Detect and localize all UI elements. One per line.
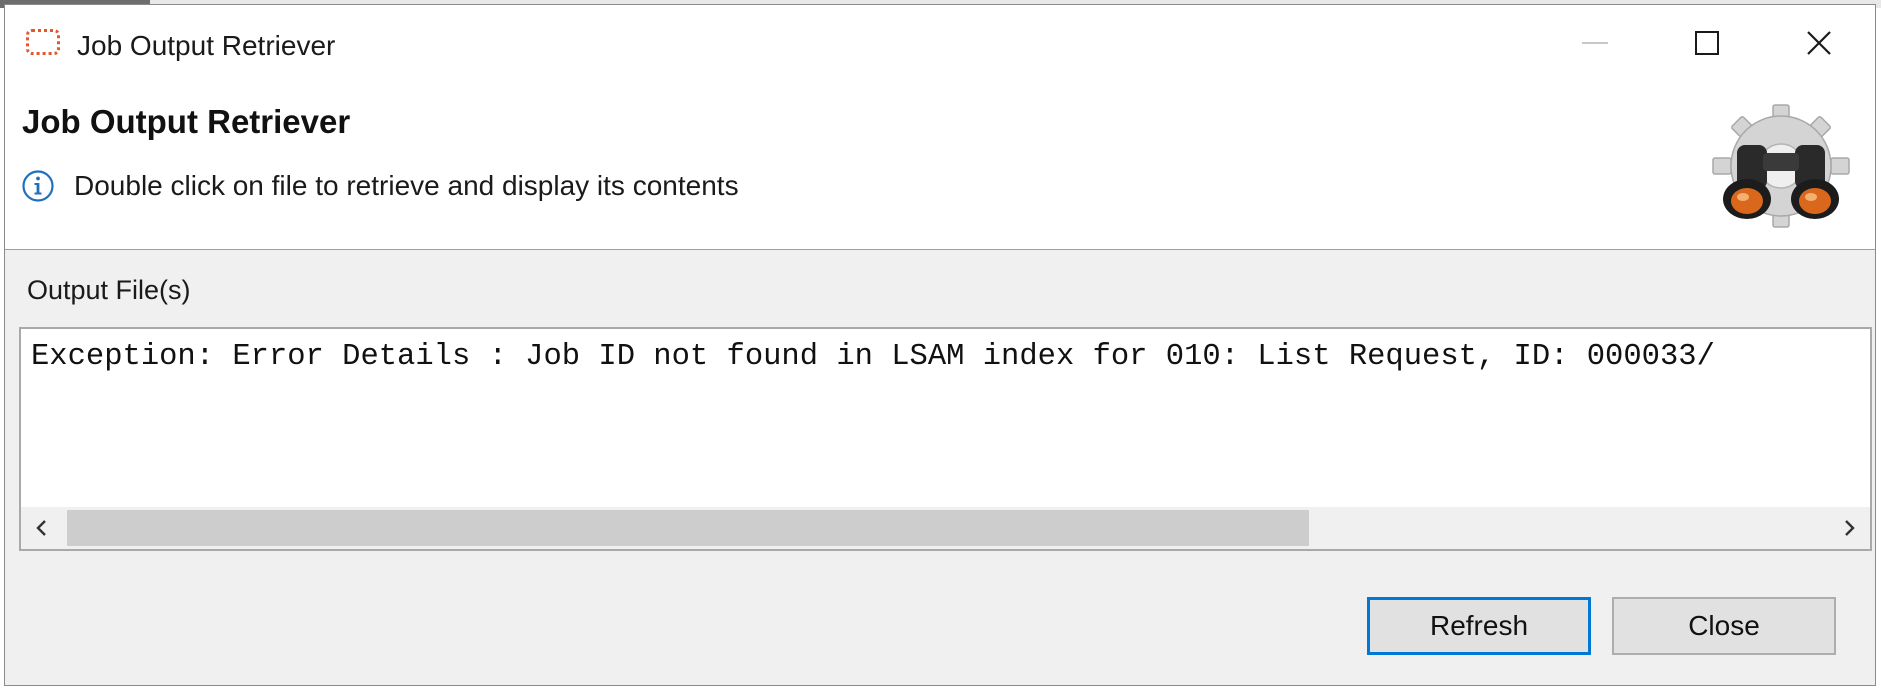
info-icon — [22, 170, 54, 202]
output-files-list[interactable]: Exception: Error Details : Job ID not fo… — [19, 327, 1872, 551]
output-files-label: Output File(s) — [27, 275, 191, 305]
maximize-button[interactable] — [1651, 5, 1763, 81]
close-icon — [1807, 31, 1831, 55]
chevron-right-icon — [1845, 520, 1855, 536]
horizontal-scrollbar[interactable] — [21, 507, 1870, 549]
maximize-icon — [1695, 31, 1719, 55]
info-message: Double click on file to retrieve and dis… — [74, 170, 739, 201]
output-file-entry[interactable]: Exception: Error Details : Job ID not fo… — [31, 337, 1715, 377]
scroll-left-button[interactable] — [21, 507, 63, 549]
binoculars-gear-icon — [1712, 104, 1850, 228]
chevron-left-icon — [36, 520, 46, 536]
window-title: Job Output Retriever — [77, 30, 336, 61]
refresh-button[interactable]: Refresh — [1367, 597, 1591, 655]
title-bar: Job Output Retriever — [5, 5, 1875, 81]
close-button[interactable]: Close — [1612, 597, 1836, 655]
dialog-header: Job Output Retriever Double click on fil… — [5, 81, 1875, 250]
dialog-window: Job Output Retriever Job Output Retrieve… — [4, 4, 1876, 686]
dialog-heading: Job Output Retriever — [22, 103, 351, 140]
scrollbar-thumb[interactable] — [67, 510, 1309, 546]
close-window-button[interactable] — [1763, 5, 1875, 81]
minimize-icon — [1582, 42, 1608, 44]
app-icon — [26, 29, 60, 55]
minimize-button[interactable] — [1539, 5, 1651, 81]
scroll-right-button[interactable] — [1828, 507, 1870, 549]
